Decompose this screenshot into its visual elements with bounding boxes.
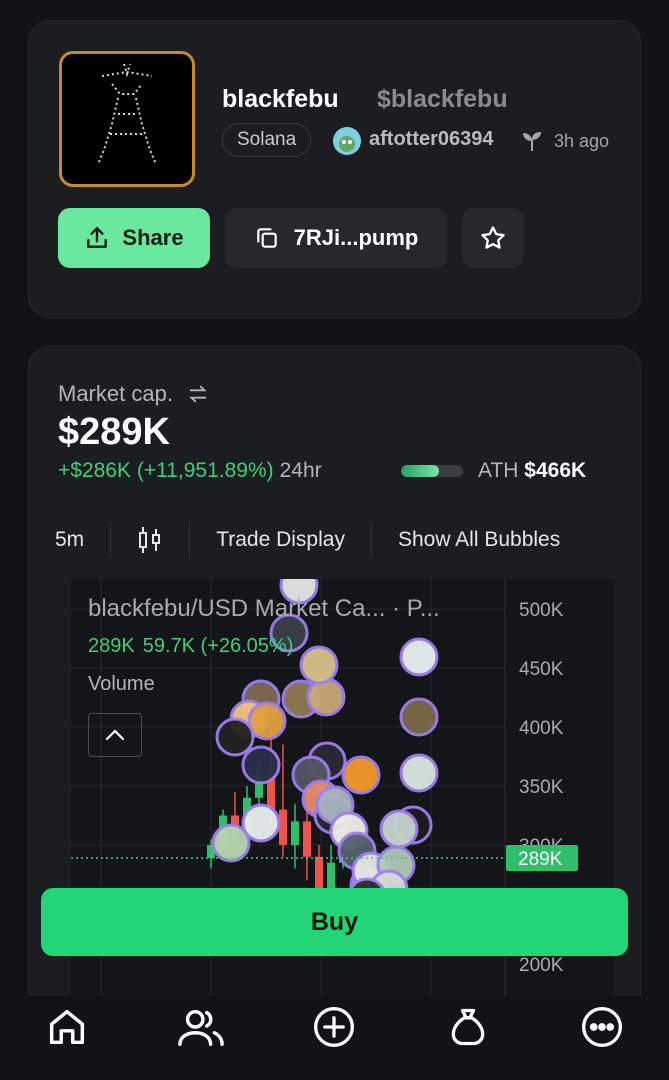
chart-type-button[interactable]	[111, 523, 191, 557]
chart-ohlc: 289K 59.7K (+26.05%)	[88, 635, 301, 658]
candle-body	[303, 821, 311, 857]
y-tick-label: 350K	[519, 777, 564, 798]
buy-button[interactable]: Buy	[41, 888, 628, 956]
share-button[interactable]: Share	[58, 208, 210, 268]
share-icon	[87, 227, 108, 248]
trade-bubble	[247, 701, 287, 741]
change-value: +$286K (+11,951.89%)	[58, 459, 274, 482]
token-card: blackfebu $blackfebu Solana aftotter0639…	[28, 20, 641, 318]
copy-contract-button[interactable]: 7RJi...pump	[225, 208, 447, 268]
y-tick-label: 200K	[519, 955, 564, 976]
token-ticker: $blackfebu	[377, 85, 508, 113]
y-tick-label: 500K	[519, 600, 564, 621]
users-icon	[177, 1009, 224, 1046]
ath-value: $466K	[524, 459, 587, 482]
token-age: 3h ago	[554, 131, 610, 151]
copy-icon	[256, 228, 277, 248]
more-icon	[582, 1007, 623, 1047]
contract-address: 7RJi...pump	[293, 225, 419, 250]
ohlc-change: 59.7K (+26.05%)	[142, 635, 294, 657]
nav-community[interactable]	[171, 997, 231, 1057]
change-period: 24hr	[279, 459, 322, 482]
trade-bubble	[399, 697, 439, 737]
star-icon	[481, 226, 505, 249]
bottom-nav	[0, 996, 669, 1080]
y-tick-label: 450K	[519, 659, 564, 680]
money-bag-icon	[451, 1008, 485, 1046]
ath-progress-bar	[401, 465, 463, 477]
token-name: blackfebu	[222, 85, 339, 113]
sprout-icon	[520, 129, 544, 153]
trade-bubble	[211, 823, 251, 863]
market-cap-value: $289K	[58, 411, 170, 453]
current-price-tag: 289K	[518, 849, 563, 870]
ohlc-last: 289K	[88, 635, 135, 657]
trade-bubble	[241, 745, 281, 785]
trade-bubble	[379, 809, 419, 849]
token-image[interactable]	[59, 51, 195, 187]
candle-body	[279, 809, 287, 845]
chart-toolbar: 5m Trade Display Show All Bubbles	[29, 509, 640, 571]
swap-icon[interactable]	[187, 383, 209, 405]
nav-home[interactable]	[37, 997, 97, 1057]
trade-bubble	[341, 755, 381, 795]
creator-name[interactable]: aftotter06394	[369, 128, 494, 151]
candle-body	[291, 821, 299, 845]
y-tick-label: 400K	[519, 718, 564, 739]
share-label: Share	[122, 225, 184, 250]
market-cap-label: Market cap.	[58, 381, 173, 406]
creator-avatar[interactable]	[333, 127, 361, 155]
volume-label: Volume	[88, 673, 155, 695]
ath-label: ATH	[478, 459, 519, 482]
toolbar-fade	[582, 509, 640, 571]
nav-create[interactable]	[304, 997, 364, 1057]
ath-display: ATH $466K	[478, 459, 586, 483]
plus-circle-icon	[314, 1007, 355, 1047]
interval-selector[interactable]: 5m	[29, 523, 112, 557]
nav-more[interactable]	[572, 997, 632, 1057]
market-cap-label-row: Market cap.	[58, 381, 209, 407]
price-chart[interactable]: 500K450K400K350K300K200K289K blackfebu/U…	[71, 579, 614, 1045]
nav-rewards[interactable]	[438, 997, 498, 1057]
show-all-bubbles-button[interactable]: Show All Bubbles	[372, 523, 586, 557]
market-cap-change: +$286K (+11,951.89%) 24hr	[58, 459, 322, 483]
candlestick-icon	[139, 527, 161, 553]
token-art-icon	[97, 63, 157, 165]
trade-bubble	[399, 753, 439, 793]
trade-bubble	[299, 645, 339, 685]
candle-body	[315, 856, 323, 893]
chain-badge[interactable]: Solana	[222, 123, 312, 157]
home-icon	[49, 1009, 84, 1045]
favorite-button[interactable]	[462, 208, 524, 268]
trade-display-button[interactable]: Trade Display	[190, 523, 372, 557]
chevron-up-icon	[105, 729, 125, 741]
collapse-button[interactable]	[88, 713, 142, 757]
ath-progress-fill	[401, 465, 440, 477]
trade-bubble	[215, 717, 255, 757]
trade-bubble	[399, 637, 439, 677]
chart-title: blackfebu/USD Market Ca... · P...	[88, 595, 440, 622]
trade-bubble	[306, 677, 346, 717]
